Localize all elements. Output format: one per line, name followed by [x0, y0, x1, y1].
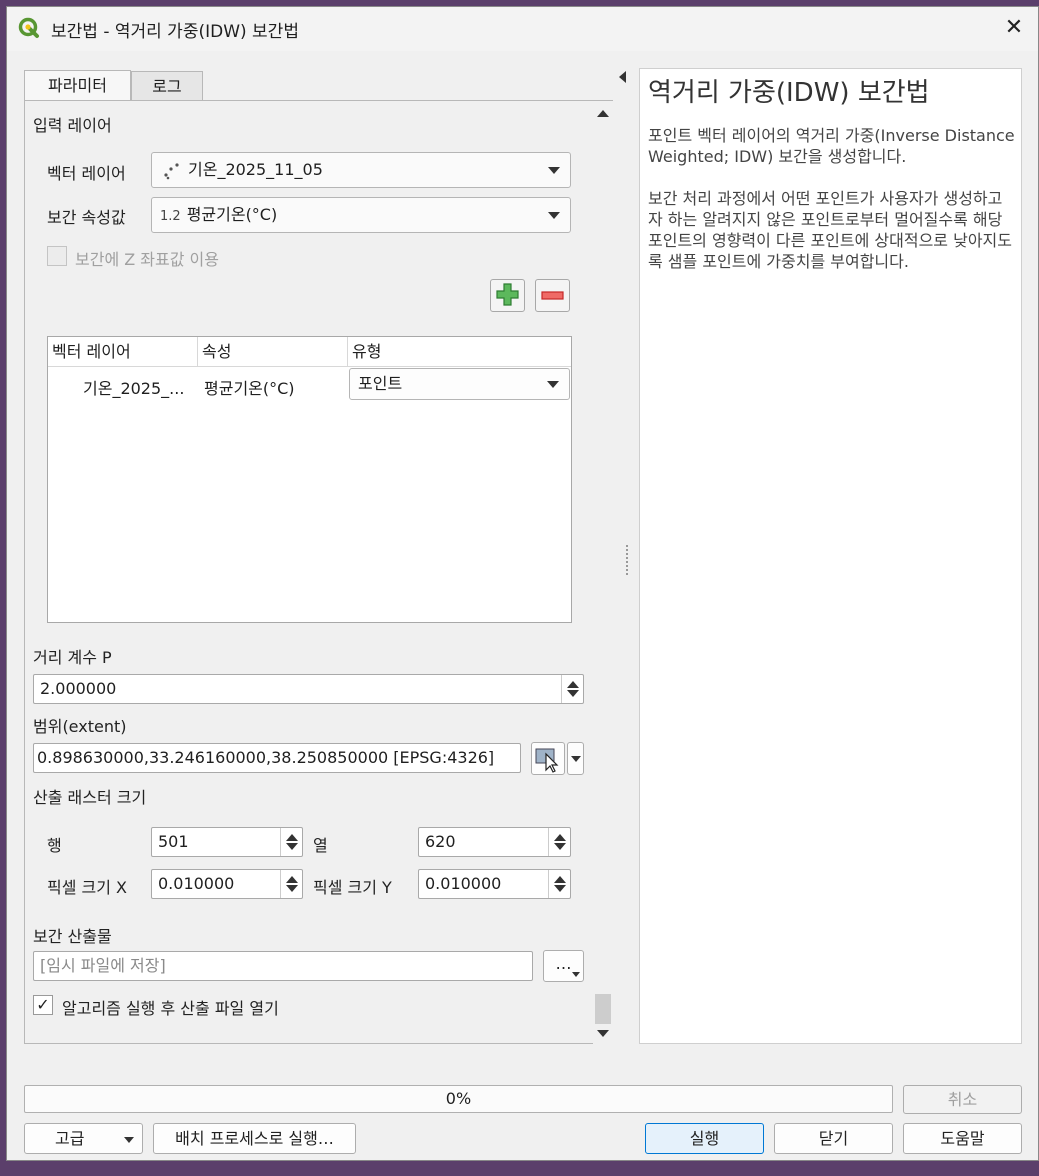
- splitter-handle[interactable]: [626, 545, 628, 575]
- input-layer-section-title: 입력 레이어: [33, 116, 112, 135]
- pixel-y-label: 픽셀 크기 Y: [313, 878, 392, 897]
- close-button[interactable]: 닫기: [774, 1123, 893, 1154]
- vector-layer-label: 벡터 레이어: [47, 164, 126, 183]
- tab-parameters[interactable]: 파라미터: [24, 70, 131, 104]
- row-type-combo[interactable]: 포인트: [349, 368, 570, 400]
- run-button[interactable]: 실행: [645, 1123, 764, 1154]
- cancel-button[interactable]: 취소: [903, 1085, 1022, 1114]
- pixel-x-spinbox[interactable]: 0.010000: [151, 869, 303, 899]
- use-z-label: 보간에 Z 좌표값 이용: [75, 250, 219, 269]
- batch-process-button[interactable]: 배치 프로세스로 실행…: [153, 1123, 356, 1154]
- spin-arrows-icon[interactable]: [548, 870, 570, 898]
- raster-size-label: 산출 래스터 크기: [33, 788, 147, 807]
- spin-arrows-icon[interactable]: [548, 828, 570, 856]
- extent-menu-button[interactable]: [567, 742, 584, 775]
- spin-arrows-icon[interactable]: [280, 870, 302, 898]
- row-attribute-cell: 평균기온(°C): [204, 379, 295, 398]
- interp-attribute-label: 보간 속성값: [47, 208, 126, 227]
- column-header-layer[interactable]: 벡터 레이어: [48, 337, 198, 367]
- chevron-down-icon: [547, 381, 559, 388]
- interp-attribute-combo[interactable]: 1.2 평균기온(°C): [151, 197, 571, 233]
- chevron-down-icon: [124, 1137, 134, 1143]
- idw-dialog: 보간법 - 역거리 가중(IDW) 보간법 ✕ 파라미터 로그 입력 레이어 벡…: [6, 6, 1039, 1161]
- point-layer-icon: [164, 163, 179, 180]
- open-output-checkbox[interactable]: ✓: [33, 995, 53, 1015]
- chevron-down-icon: [572, 972, 580, 977]
- vector-layer-combo[interactable]: 기온_2025_11_05: [151, 152, 571, 188]
- output-placeholder: [임시 파일에 저장]: [40, 956, 166, 975]
- open-output-label: 알고리즘 실행 후 산출 파일 열기: [62, 999, 279, 1018]
- pixel-y-spinbox[interactable]: 0.010000: [418, 869, 571, 899]
- chevron-down-icon: [548, 167, 560, 174]
- scroll-up-icon[interactable]: [597, 110, 609, 117]
- rows-label: 행: [47, 836, 62, 855]
- distance-p-value: 2.000000: [40, 679, 117, 698]
- row-layer-cell: 기온_2025_...: [83, 379, 185, 398]
- select-on-canvas-icon: [535, 748, 559, 773]
- progress-bar: 0%: [24, 1085, 893, 1113]
- advanced-button[interactable]: 고급: [24, 1123, 143, 1154]
- column-header-attribute[interactable]: 속성: [198, 337, 348, 367]
- output-file-input[interactable]: [임시 파일에 저장]: [33, 951, 533, 981]
- collapse-help-icon[interactable]: [619, 71, 626, 83]
- cols-label: 열: [313, 836, 328, 855]
- field-type-badge: 1.2: [160, 209, 181, 224]
- rows-value: 501: [158, 832, 189, 851]
- ellipsis-icon: …: [555, 954, 572, 973]
- row-type-value: 포인트: [358, 374, 403, 393]
- remove-layer-button[interactable]: [535, 279, 570, 312]
- plus-icon: [496, 283, 519, 306]
- cols-value: 620: [425, 832, 456, 851]
- extent-from-canvas-button[interactable]: [531, 742, 565, 775]
- help-body: 포인트 벡터 레이어의 역거리 가중(Inverse Distance Weig…: [648, 125, 1016, 293]
- title-bar: 보간법 - 역거리 가중(IDW) 보간법 ✕: [7, 7, 1038, 51]
- pixel-x-label: 픽셀 크기 X: [47, 878, 128, 897]
- rows-spinbox[interactable]: 501: [151, 827, 303, 857]
- vector-layer-value: 기온_2025_11_05: [188, 160, 323, 179]
- parameters-panel: 입력 레이어 벡터 레이어 기온_2025_11_05 보간 속성값 1.2 평균…: [24, 100, 613, 1044]
- pixel-x-value: 0.010000: [158, 874, 235, 893]
- interp-attribute-value: 평균기온(°C): [186, 205, 278, 224]
- window-title: 보간법 - 역거리 가중(IDW) 보간법: [51, 22, 299, 42]
- distance-p-label: 거리 계수 P: [33, 648, 112, 667]
- extent-input[interactable]: 0.898630000,33.246160000,38.250850000 [E…: [33, 743, 521, 773]
- tab-log[interactable]: 로그: [131, 71, 203, 103]
- output-label: 보간 산출물: [33, 927, 112, 946]
- help-title: 역거리 가중(IDW) 보간법: [648, 78, 930, 108]
- help-paragraph: 보간 처리 과정에서 어떤 포인트가 사용자가 생성하고자 하는 알려지지 않은…: [648, 189, 1012, 271]
- help-paragraph: 포인트 벡터 레이어의 역거리 가중(Inverse Distance Weig…: [648, 126, 1015, 166]
- progress-text: 0%: [445, 1089, 472, 1108]
- use-z-checkbox[interactable]: [47, 246, 67, 266]
- help-panel: 역거리 가중(IDW) 보간법 포인트 벡터 레이어의 역거리 가중(Inver…: [639, 68, 1022, 1044]
- minus-icon: [541, 291, 564, 300]
- spin-arrows-icon[interactable]: [561, 675, 583, 703]
- pixel-y-value: 0.010000: [425, 874, 502, 893]
- scrollbar-thumb[interactable]: [595, 994, 611, 1024]
- add-layer-button[interactable]: [490, 279, 525, 312]
- scroll-down-icon[interactable]: [597, 1030, 609, 1037]
- column-header-type[interactable]: 유형: [348, 337, 571, 367]
- qgis-logo-icon: [18, 17, 39, 38]
- chevron-down-icon: [571, 756, 581, 762]
- help-button[interactable]: 도움말: [903, 1123, 1022, 1154]
- extent-value: 0.898630000,33.246160000,38.250850000 [E…: [37, 748, 495, 767]
- advanced-label: 고급: [55, 1129, 85, 1148]
- spin-arrows-icon[interactable]: [280, 828, 302, 856]
- chevron-down-icon: [548, 212, 560, 219]
- browse-output-button[interactable]: …: [543, 950, 584, 982]
- cols-spinbox[interactable]: 620: [418, 827, 571, 857]
- distance-p-spinbox[interactable]: 2.000000: [33, 674, 584, 704]
- close-window-button[interactable]: ✕: [1000, 15, 1028, 43]
- interpolation-layers-table: 벡터 레이어 속성 유형 기온_2025_... 평균기온(°C) 포인트: [47, 336, 572, 623]
- parameters-scrollbar[interactable]: [593, 101, 613, 1044]
- extent-label: 범위(extent): [33, 717, 127, 736]
